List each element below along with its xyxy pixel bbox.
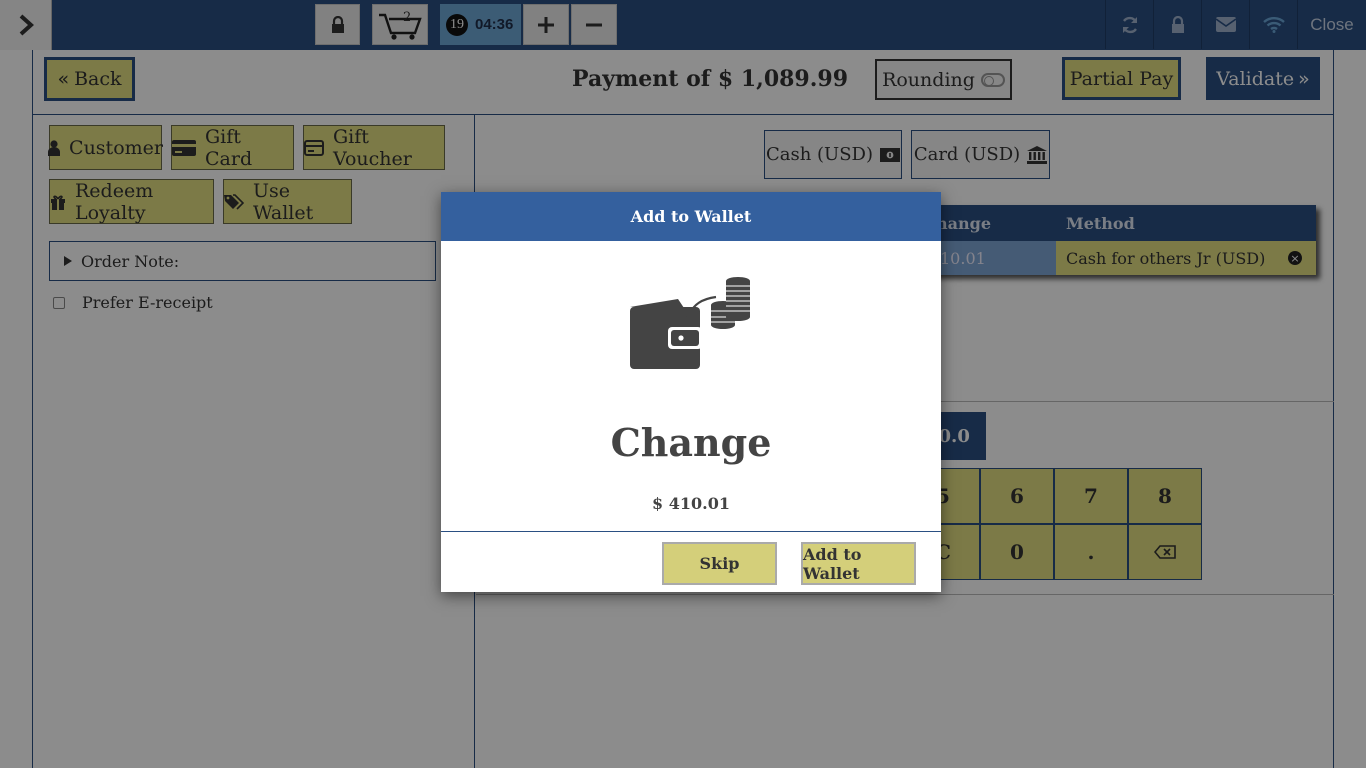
dialog-footer: Skip Add to Wallet bbox=[441, 531, 941, 592]
add-to-wallet-button[interactable]: Add to Wallet bbox=[801, 542, 916, 585]
wallet-coins-icon bbox=[626, 277, 756, 373]
change-amount: $ 410.01 bbox=[652, 494, 730, 513]
change-heading: Change bbox=[610, 420, 772, 465]
dialog-title: Add to Wallet bbox=[441, 192, 941, 241]
skip-button[interactable]: Skip bbox=[662, 542, 777, 585]
add-to-wallet-dialog: Add to Wallet Change $ 410.01 Skip Add t… bbox=[441, 192, 941, 592]
